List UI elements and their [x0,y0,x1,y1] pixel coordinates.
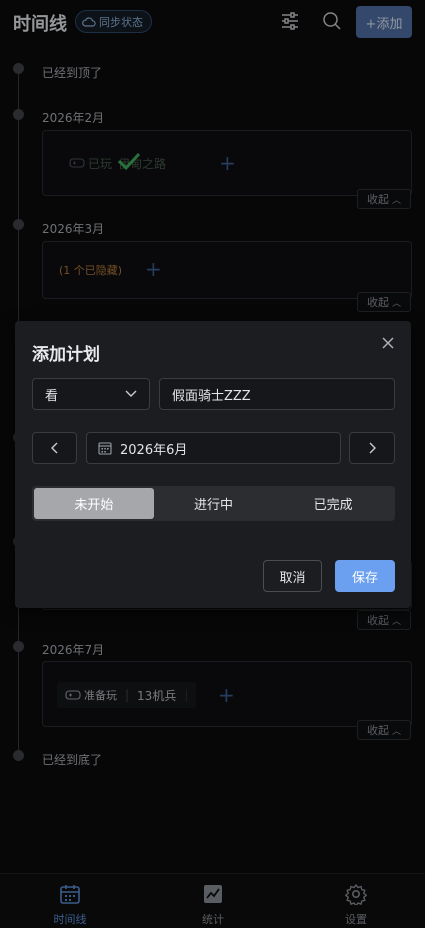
cancel-button[interactable]: 取消 [263,560,322,592]
calendar-icon [98,442,112,455]
status-option-not-started[interactable]: 未开始 [34,488,154,519]
month-picker-value: 2026年6月 [120,442,188,458]
save-button[interactable]: 保存 [335,560,395,592]
title-input-value: 假面骑士ZZZ [172,388,251,404]
status-option-in-progress[interactable]: 进行中 [154,488,274,519]
status-option-completed[interactable]: 已完成 [273,488,393,519]
chevron-right-icon [369,442,376,454]
chevron-left-icon [50,442,57,454]
title-input[interactable]: 假面骑士ZZZ [159,378,395,410]
status-segmented-control: 未开始 进行中 已完成 [32,486,395,521]
prev-month-button[interactable] [32,432,77,464]
type-select-value: 看 [45,388,59,404]
chevron-down-icon [125,390,137,397]
month-picker-input[interactable]: 2026年6月 [86,432,341,464]
next-month-button[interactable] [349,432,395,464]
add-plan-dialog: 添加计划 看 假面骑士ZZZ 2026年6月 未开始 进行中 已完成 取消 保存 [15,321,411,608]
type-select[interactable]: 看 [32,378,150,410]
dialog-title: 添加计划 [32,345,100,365]
close-icon[interactable] [379,334,397,352]
